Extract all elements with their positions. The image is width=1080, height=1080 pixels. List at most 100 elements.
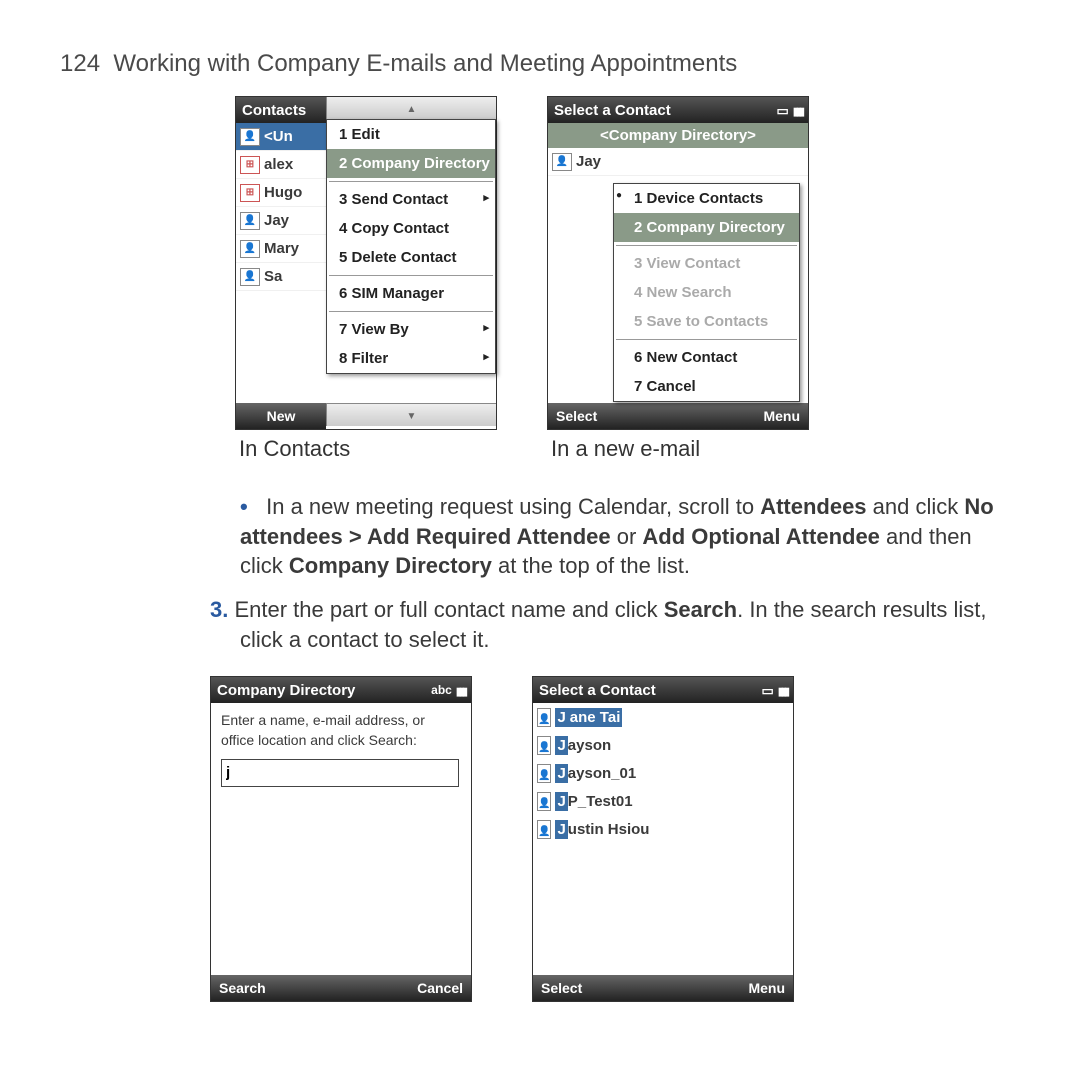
menu-item[interactable]: 7 View By▸	[327, 315, 495, 344]
menu-separator	[329, 311, 493, 312]
result-name: Jayson	[555, 737, 611, 754]
scroll-down-icon[interactable]	[326, 403, 496, 426]
contact-name: Sa	[264, 268, 282, 285]
text-bold: Add Optional Attendee	[642, 524, 880, 549]
bullet-dot: •	[240, 492, 260, 522]
phone-body: <Company Directory> Jay ●1 Device Contac…	[548, 123, 808, 403]
softkey-left[interactable]: Select	[541, 980, 582, 996]
softkey-right[interactable]: Menu	[763, 408, 800, 424]
chevron-right-icon: ▸	[483, 191, 489, 204]
result-row[interactable]: Jane Tai	[533, 703, 793, 731]
menu-item: 3 View Contact	[614, 249, 799, 278]
menu-item: 5 Save to Contacts	[614, 307, 799, 336]
text: Enter the part or full contact name and …	[234, 597, 663, 622]
contact-icon	[552, 153, 572, 171]
titlebar: Select a Contact	[533, 677, 793, 703]
window-title: Select a Contact	[539, 682, 656, 699]
result-row[interactable]: JP_Test01	[533, 787, 793, 815]
result-name: Jane Tai	[555, 709, 622, 726]
battery-icon	[777, 102, 789, 119]
contact-row[interactable]: Mary	[236, 235, 326, 263]
context-menu[interactable]: 1 Edit 2 Company Directory 3 Send Contact▸…	[326, 119, 496, 374]
contact-row[interactable]: alex	[236, 151, 326, 179]
top-screenshot-row: Contacts <Un alex Hugo Jay Mary Sa 1 Edit 2 Co…	[235, 96, 1020, 462]
titlebar: Company Directory abc	[211, 677, 471, 703]
contact-icon	[537, 736, 551, 755]
softkey-left[interactable]: Search	[219, 980, 266, 996]
menu-separator	[616, 245, 797, 246]
step-3: 3. Enter the part or full contact name a…	[210, 595, 1020, 654]
result-name: Justin Hsiou	[555, 821, 649, 838]
menu-item[interactable]: 7 Cancel	[614, 372, 799, 401]
search-input[interactable]	[221, 759, 459, 787]
signal-icon	[456, 682, 465, 699]
softkey-left[interactable]: New	[267, 408, 296, 424]
contact-row[interactable]: Hugo	[236, 179, 326, 207]
titlebar: Select a Contact	[548, 97, 808, 123]
softkey-right[interactable]: Cancel	[417, 980, 463, 996]
menu-item[interactable]: 4 Copy Contact	[327, 214, 495, 243]
menu-item[interactable]: 2 Company Directory	[327, 149, 495, 178]
page-title: Working with Company E-mails and Meeting…	[113, 50, 737, 77]
result-name: Jayson_01	[555, 765, 636, 782]
result-row[interactable]: Jayson	[533, 731, 793, 759]
contact-row[interactable]: Jay	[548, 148, 808, 176]
window-title: Contacts	[242, 102, 306, 119]
menu-item[interactable]: 8 Filter ▸	[327, 344, 495, 373]
bullet-instruction: • In a new meeting request using Calenda…	[240, 492, 1020, 581]
menu-item[interactable]: 6 New Contact	[614, 343, 799, 372]
menu-label: 4 New Search	[634, 284, 732, 301]
menu-label: 3 View Contact	[634, 255, 740, 272]
menu-item[interactable]: 1 Edit	[327, 120, 495, 149]
ime-indicator: abc	[431, 683, 452, 697]
contact-icon	[537, 764, 551, 783]
menu-label: 8 Filter	[339, 350, 388, 367]
radio-icon: ●	[614, 190, 624, 201]
menu-label: 4 Copy Contact	[339, 220, 449, 237]
result-row[interactable]: Justin Hsiou	[533, 815, 793, 843]
softkey-left[interactable]: Select	[556, 408, 597, 424]
menu-label: 6 SIM Manager	[339, 285, 444, 302]
caption-right: In a new e-mail	[551, 436, 809, 462]
step-number: 3.	[210, 597, 228, 622]
phone-select-contact: Select a Contact <Company Directory> Jay…	[547, 96, 809, 430]
menu-item[interactable]: 2 Company Directory	[614, 213, 799, 242]
menu-item[interactable]: ● 1 Device Contacts	[614, 184, 799, 213]
phone-body: Enter a name, e-mail address, or office …	[211, 703, 471, 975]
text: and click	[867, 494, 965, 519]
contact-icon	[240, 212, 260, 230]
phone-body: Jane Tai Jayson Jayson_01 JP_Test01 Justin H…	[533, 703, 793, 975]
contact-icon	[537, 792, 551, 811]
contact-name: Mary	[264, 240, 299, 257]
contact-row[interactable]: Jay	[236, 207, 326, 235]
menu-label: 5 Save to Contacts	[634, 313, 768, 330]
contact-name: Jay	[264, 212, 289, 229]
result-row[interactable]: Jayson_01	[533, 759, 793, 787]
menu-label: 6 New Contact	[634, 349, 737, 366]
signal-icon	[778, 682, 787, 699]
contact-icon	[537, 708, 551, 727]
contact-icon	[240, 268, 260, 286]
text-bold: Company Directory	[289, 553, 492, 578]
contact-name: alex	[264, 156, 293, 173]
screenshot-select-contact: Select a Contact <Company Directory> Jay…	[547, 96, 809, 462]
menu-item[interactable]: 3 Send Contact▸	[327, 185, 495, 214]
text: at the top of the list.	[492, 553, 690, 578]
menu-label: 1 Edit	[339, 126, 380, 143]
menu-item[interactable]: 6 SIM Manager	[327, 279, 495, 308]
context-menu[interactable]: ● 1 Device Contacts 2 Company Directory 3 V…	[613, 183, 800, 402]
menu-label: 1 Device Contacts	[634, 190, 763, 207]
menu-separator	[329, 181, 493, 182]
scroll-up-icon[interactable]	[326, 97, 496, 120]
chevron-right-icon: ▸	[483, 350, 489, 363]
contact-row[interactable]: Sa	[236, 263, 326, 291]
softkey-bar: Select Menu	[548, 403, 808, 429]
contact-name: Jay	[576, 153, 601, 170]
battery-icon	[762, 682, 774, 699]
softkey-right[interactable]: Menu	[748, 980, 785, 996]
contact-row[interactable]: <Un	[236, 123, 326, 151]
menu-item[interactable]: 5 Delete Contact	[327, 243, 495, 272]
caption-left: In Contacts	[239, 436, 497, 462]
page-number: 124	[60, 50, 100, 77]
menu-label: 7 Cancel	[634, 378, 696, 395]
